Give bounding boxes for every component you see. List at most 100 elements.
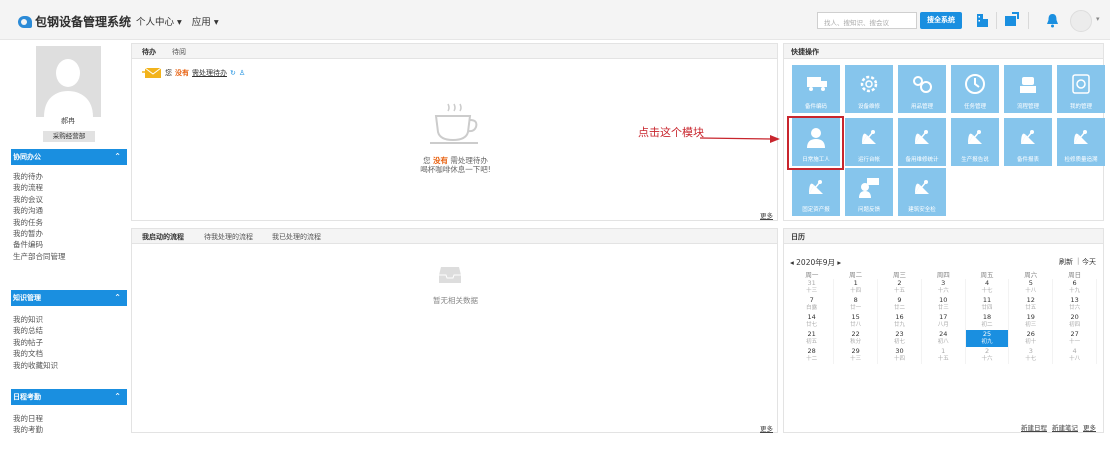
bell-icon[interactable]: [1045, 12, 1060, 28]
calendar-day[interactable]: 7 白露: [790, 296, 835, 313]
new-note-link[interactable]: 新建笔记: [1052, 422, 1078, 432]
calendar-day[interactable]: 21 初五: [790, 330, 835, 347]
quick-tile[interactable]: 我的管理: [1057, 65, 1105, 113]
todo-link[interactable]: 需处理待办: [192, 68, 227, 78]
calendar-day[interactable]: 2 十五: [877, 279, 922, 296]
sidebar-item[interactable]: 我的收藏知识: [13, 360, 58, 371]
search-all-button[interactable]: 搜全系统: [920, 12, 962, 29]
calendar-day[interactable]: 19 初三: [1008, 313, 1054, 330]
sidebar-item[interactable]: 我的待办: [13, 171, 66, 182]
calendar-today[interactable]: 今天: [1082, 257, 1096, 267]
tab-toread[interactable]: 待阅: [172, 47, 186, 57]
calendar-refresh[interactable]: 刷新: [1059, 257, 1073, 267]
calendar-day[interactable]: 23 初七: [877, 330, 922, 347]
calendar-day[interactable]: 3 十六: [921, 279, 966, 296]
calendar-day[interactable]: 31 十三: [790, 279, 835, 296]
section-knowledge[interactable]: 知识管理 ⌃: [11, 290, 127, 306]
building-icon[interactable]: [975, 12, 990, 28]
sidebar-item[interactable]: 我的总结: [13, 325, 58, 336]
search-input[interactable]: 找人、搜知识、搜会议: [817, 12, 917, 29]
quick-tile[interactable]: 流程管理: [1004, 65, 1052, 113]
quick-tile[interactable]: 备件报表: [1004, 118, 1052, 166]
sidebar-item[interactable]: 我的知识: [13, 314, 58, 325]
calendar-day[interactable]: 25 初九: [965, 330, 1010, 347]
calendar-day[interactable]: 8 廿一: [833, 296, 879, 313]
calendar-day[interactable]: 20 初四: [1052, 313, 1097, 330]
calendar-day[interactable]: 22 秋分: [833, 330, 879, 347]
sidebar-item[interactable]: 我的考勤: [13, 424, 43, 435]
sidebar-item[interactable]: 我的暂办: [13, 228, 66, 239]
quick-tile[interactable]: 任务管理: [951, 65, 999, 113]
calendar-day[interactable]: 29 十三: [833, 347, 879, 364]
quick-tile[interactable]: 生产报告说: [951, 118, 999, 166]
tab-my-started[interactable]: 我启动的流程: [142, 232, 184, 242]
app-logo[interactable]: 包钢设备管理系统: [18, 13, 131, 30]
calendar-day[interactable]: 10 廿三: [921, 296, 966, 313]
todo-status: 您 没有 需处理待办 ↻ ♙: [142, 67, 245, 78]
lunar-date: 初四: [1069, 322, 1081, 328]
sidebar-item[interactable]: 我的文档: [13, 348, 58, 359]
new-schedule-link[interactable]: 新建日程: [1021, 422, 1047, 432]
sidebar-item[interactable]: 我的帖子: [13, 337, 58, 348]
calendar-day[interactable]: 11 廿四: [965, 296, 1010, 313]
sidebar-item[interactable]: 我的日程: [13, 413, 43, 424]
section-schedule[interactable]: 日程考勤 ⌃: [11, 389, 127, 405]
flow-more-link[interactable]: 更多: [760, 423, 773, 433]
calendar-day[interactable]: 12 廿五: [1008, 296, 1054, 313]
sidebar-item[interactable]: 我的沟通: [13, 205, 66, 216]
section-collab[interactable]: 协同办公 ⌃: [11, 149, 127, 165]
calendar-day[interactable]: 26 初十: [1008, 330, 1054, 347]
calendar-more-link[interactable]: 更多: [1083, 422, 1096, 432]
quick-tile[interactable]: 固定资产报: [792, 168, 840, 216]
sidebar-item[interactable]: 我的流程: [13, 182, 66, 193]
calendar-day[interactable]: 4 十八: [1052, 347, 1097, 364]
day-number: 5: [1028, 279, 1033, 287]
tile-label: 检修质量追溯: [1064, 157, 1098, 163]
nav-apps[interactable]: 应用 ▾: [192, 14, 219, 28]
calendar-day[interactable]: 15 廿八: [833, 313, 879, 330]
calendar-day[interactable]: 30 十四: [877, 347, 922, 364]
export-icon[interactable]: [1004, 12, 1019, 28]
calendar-day[interactable]: 5 十八: [1008, 279, 1054, 296]
calendar-day[interactable]: 1 十四: [833, 279, 879, 296]
sidebar-item[interactable]: 我的会议: [13, 194, 66, 205]
calendar-day[interactable]: 24 初八: [921, 330, 966, 347]
chevron-down-icon[interactable]: ▾: [1096, 15, 1100, 23]
tab-pending[interactable]: 待我处理的流程: [204, 232, 253, 242]
refresh-icon[interactable]: ↻: [230, 69, 236, 77]
calendar-day[interactable]: 13 廿六: [1052, 296, 1097, 313]
flow-empty-text: 暂无相关数据: [433, 296, 478, 305]
calendar-day[interactable]: 14 廿七: [790, 313, 835, 330]
calendar-day[interactable]: 4 十七: [965, 279, 1010, 296]
todo-more-link[interactable]: 更多: [760, 210, 773, 220]
sidebar-item[interactable]: 生产部合同管理: [13, 251, 66, 262]
person-icon[interactable]: ♙: [239, 69, 245, 77]
calendar-day[interactable]: 16 廿九: [877, 313, 922, 330]
calendar-day[interactable]: 27 十一: [1052, 330, 1097, 347]
weekday-header: 周六: [1024, 271, 1038, 279]
nav-personal-center[interactable]: 个人中心 ▾: [136, 14, 182, 28]
month-selector[interactable]: ◂ 2020年9月 ▸: [790, 257, 841, 268]
sidebar-item[interactable]: 我的任务: [13, 217, 66, 228]
quick-tile[interactable]: 建筑安全检: [898, 168, 946, 216]
quick-tile[interactable]: 检修质量追溯: [1057, 118, 1105, 166]
quick-tile[interactable]: 设备维修: [845, 65, 893, 113]
tab-todo[interactable]: 待办: [142, 47, 156, 57]
calendar-day[interactable]: 9 廿二: [877, 296, 922, 313]
quick-tile[interactable]: 备件编码: [792, 65, 840, 113]
profile-photo[interactable]: [36, 46, 101, 117]
quick-tile[interactable]: 运行台帐: [845, 118, 893, 166]
calendar-day[interactable]: 17 八月: [921, 313, 966, 330]
tab-processed[interactable]: 我已处理的流程: [272, 232, 321, 242]
calendar-day[interactable]: 6 十九: [1052, 279, 1097, 296]
quick-tile[interactable]: 问题反馈: [845, 168, 893, 216]
quick-tile[interactable]: 用品管理: [898, 65, 946, 113]
calendar-day[interactable]: 18 初二: [965, 313, 1010, 330]
sidebar-item[interactable]: 备件编码: [13, 239, 66, 250]
calendar-day[interactable]: 2 十六: [965, 347, 1010, 364]
user-avatar[interactable]: [1070, 10, 1092, 32]
calendar-day[interactable]: 3 十七: [1008, 347, 1054, 364]
quick-tile[interactable]: 备用维修统计: [898, 118, 946, 166]
calendar-day[interactable]: 28 十二: [790, 347, 835, 364]
calendar-day[interactable]: 1 十五: [921, 347, 966, 364]
